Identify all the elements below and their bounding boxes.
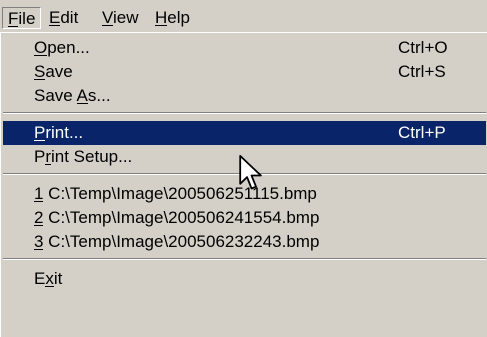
menu-item-save[interactable]: Save Ctrl+S xyxy=(3,60,486,84)
menu-item-print-shortcut: Ctrl+P xyxy=(398,123,446,142)
menu-edit-label: Edit xyxy=(49,8,79,27)
menu-item-recent-3-label: 3 C:\Temp\Image\200506232243.bmp xyxy=(34,232,320,251)
menu-file[interactable]: File xyxy=(2,7,42,29)
menu-item-recent-2-label: 2 C:\Temp\Image\200506241554.bmp xyxy=(34,208,320,227)
mnemonic-underline xyxy=(49,25,61,26)
menu-help-label: Help xyxy=(155,8,190,27)
mnemonic-underline xyxy=(102,25,114,26)
mnemonic-underline xyxy=(155,25,168,26)
menu-help[interactable]: Help xyxy=(150,7,195,29)
mnemonic-underline xyxy=(34,55,48,56)
mnemonic-underline xyxy=(8,26,19,27)
application-window: File Edit View Help Open... Ctrl+O Save … xyxy=(0,0,487,337)
menu-item-print[interactable]: Print... Ctrl+P xyxy=(3,121,486,145)
mnemonic-underline xyxy=(45,164,51,165)
menu-item-open[interactable]: Open... Ctrl+O xyxy=(3,36,486,60)
menu-item-save-shortcut: Ctrl+S xyxy=(398,62,446,81)
mnemonic-underline xyxy=(34,140,46,141)
menu-separator xyxy=(3,258,486,260)
menu-item-recent-2[interactable]: 2 C:\Temp\Image\200506241554.bmp xyxy=(3,206,486,230)
menu-view-label: View xyxy=(102,8,139,27)
menu-item-recent-3[interactable]: 3 C:\Temp\Image\200506232243.bmp xyxy=(3,230,486,254)
mnemonic-underline xyxy=(76,103,88,104)
menu-item-print-setup-label: Print Setup... xyxy=(34,147,133,166)
mouse-pointer-icon xyxy=(239,155,262,190)
menu-item-save-as-label: Save As... xyxy=(34,86,111,105)
menu-item-exit-label: Exit xyxy=(34,269,63,288)
menu-item-save-label: Save xyxy=(34,62,73,81)
mnemonic-underline xyxy=(45,286,54,287)
menu-item-recent-1-label: 1 C:\Temp\Image\200506251115.bmp xyxy=(34,184,317,203)
mnemonic-underline xyxy=(34,201,44,202)
menu-view[interactable]: View xyxy=(97,7,144,29)
menu-edit[interactable]: Edit xyxy=(44,7,83,29)
menu-item-save-as[interactable]: Save As... xyxy=(3,84,486,108)
menu-file-label: File xyxy=(8,9,36,28)
menu-bar: File Edit View Help xyxy=(0,0,487,34)
mnemonic-underline xyxy=(34,225,44,226)
menu-item-print-label: Print... xyxy=(34,123,84,142)
menu-separator xyxy=(3,112,486,114)
menu-item-open-shortcut: Ctrl+O xyxy=(398,38,448,57)
menu-item-exit[interactable]: Exit xyxy=(3,267,486,291)
mnemonic-underline xyxy=(34,79,46,80)
menu-item-open-label: Open... xyxy=(34,38,90,57)
mnemonic-underline xyxy=(34,249,44,250)
